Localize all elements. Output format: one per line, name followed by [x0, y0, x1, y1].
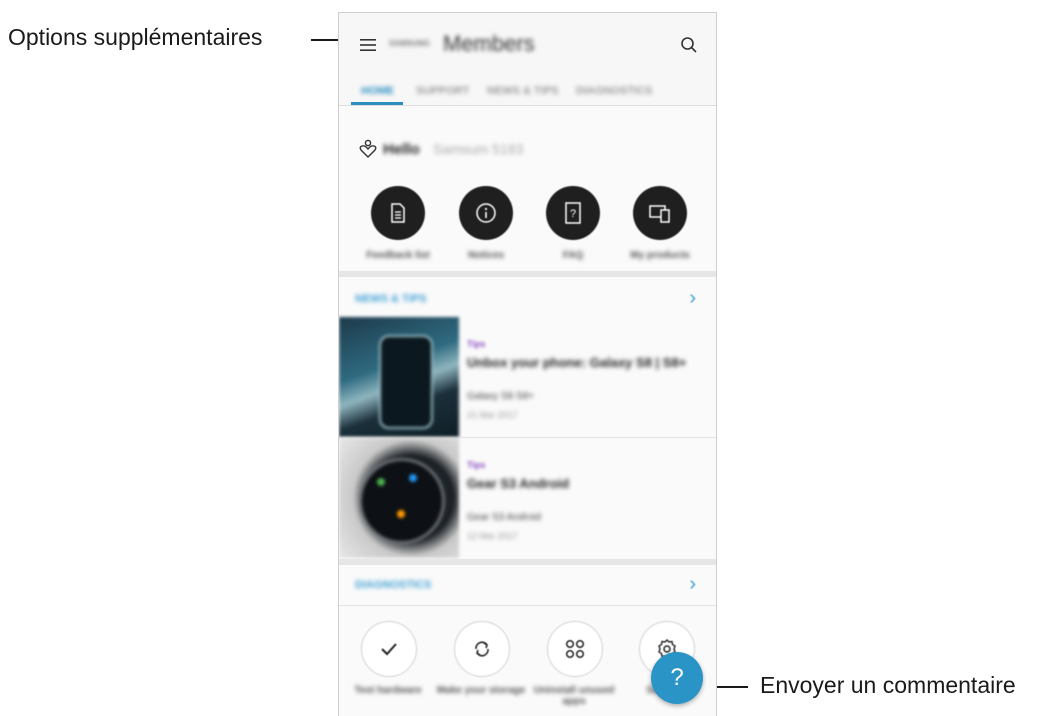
news-item[interactable]: Tips Unbox your phone: Galaxy S8 | S8+ G… [339, 317, 716, 437]
news-date: 12 Mar 2017 [467, 531, 518, 541]
news-date: 21 Mar 2017 [467, 410, 518, 420]
news-category: Tips [467, 460, 486, 470]
quick-action-label: Notices [467, 250, 505, 261]
info-icon [476, 203, 496, 223]
news-item[interactable]: Tips Gear S3 Android Gear S3 Android 12 … [339, 438, 716, 558]
chevron-right-icon[interactable]: › [689, 573, 696, 596]
apps-grid-icon [565, 639, 585, 659]
search-icon[interactable] [677, 33, 701, 57]
diagnostic-label: Make your storage [436, 685, 526, 696]
feedback-fab-button[interactable]: ? [651, 652, 703, 704]
tab-news-tips[interactable]: NEWS & TIPS [487, 85, 559, 97]
app-title: Members [443, 31, 535, 56]
news-title: Unbox your phone: Galaxy S8 | S8+ [467, 355, 687, 370]
brand-small: SAMSUNG [389, 39, 430, 48]
quick-action-notices[interactable] [459, 186, 513, 240]
quick-action-my-products[interactable] [633, 186, 687, 240]
question-mark-icon: ? [670, 664, 684, 691]
hamburger-menu-icon[interactable] [357, 34, 379, 56]
home-section: Hello Samsum 5183 ? Feedback list Notice… [339, 106, 716, 271]
news-description: Galaxy S8 S8+ [467, 391, 534, 402]
profile-heart-icon [357, 138, 379, 160]
tab-support[interactable]: SUPPORT [416, 85, 469, 97]
quick-action-feedback-list[interactable] [371, 186, 425, 240]
tab-active-indicator [351, 102, 403, 105]
news-description: Gear S3 Android [467, 512, 541, 523]
diagnostics-title[interactable]: DIAGNOSTICS [355, 579, 431, 591]
tab-home[interactable]: HOME [361, 85, 394, 97]
devices-icon [649, 205, 670, 223]
callout-more-options: Options supplémentaires [8, 24, 263, 50]
divider [339, 605, 716, 606]
callout-feedback: Envoyer un commentaire [760, 672, 1016, 698]
tab-diagnostics[interactable]: DIAGNOSTICS [576, 85, 652, 97]
app-header: SAMSUNG Members HOME SUPPORT NEWS & TIPS… [339, 13, 716, 106]
check-icon [381, 643, 397, 656]
diagnostic-test-hardware[interactable] [361, 621, 417, 677]
greeting-text: Hello [383, 141, 420, 158]
news-tips-title[interactable]: NEWS & TIPS [355, 293, 427, 305]
news-title: Gear S3 Android [467, 476, 570, 491]
svg-text:?: ? [570, 208, 576, 220]
news-thumbnail [339, 317, 459, 437]
quick-action-label: FAQ [562, 250, 584, 261]
diagnostic-storage[interactable] [454, 621, 510, 677]
diagnostic-label: Uninstall unused apps [533, 685, 615, 707]
quick-action-label: Feedback list [366, 250, 430, 261]
refresh-icon [475, 641, 489, 657]
quick-action-faq[interactable]: ? [546, 186, 600, 240]
diagnostic-unused-apps[interactable] [547, 621, 603, 677]
news-category: Tips [467, 339, 486, 349]
news-thumbnail [339, 438, 459, 558]
news-tips-section: NEWS & TIPS › Tips Unbox your phone: Gal… [339, 277, 716, 559]
diagnostic-label: Test hardware [354, 685, 422, 696]
chevron-right-icon[interactable]: › [689, 287, 696, 310]
quick-action-label: My products [630, 250, 690, 261]
phone-screen: SAMSUNG Members HOME SUPPORT NEWS & TIPS… [338, 12, 717, 716]
document-icon [391, 203, 405, 223]
faq-icon: ? [565, 202, 581, 224]
greeting-name: Samsum 5183 [433, 141, 524, 157]
